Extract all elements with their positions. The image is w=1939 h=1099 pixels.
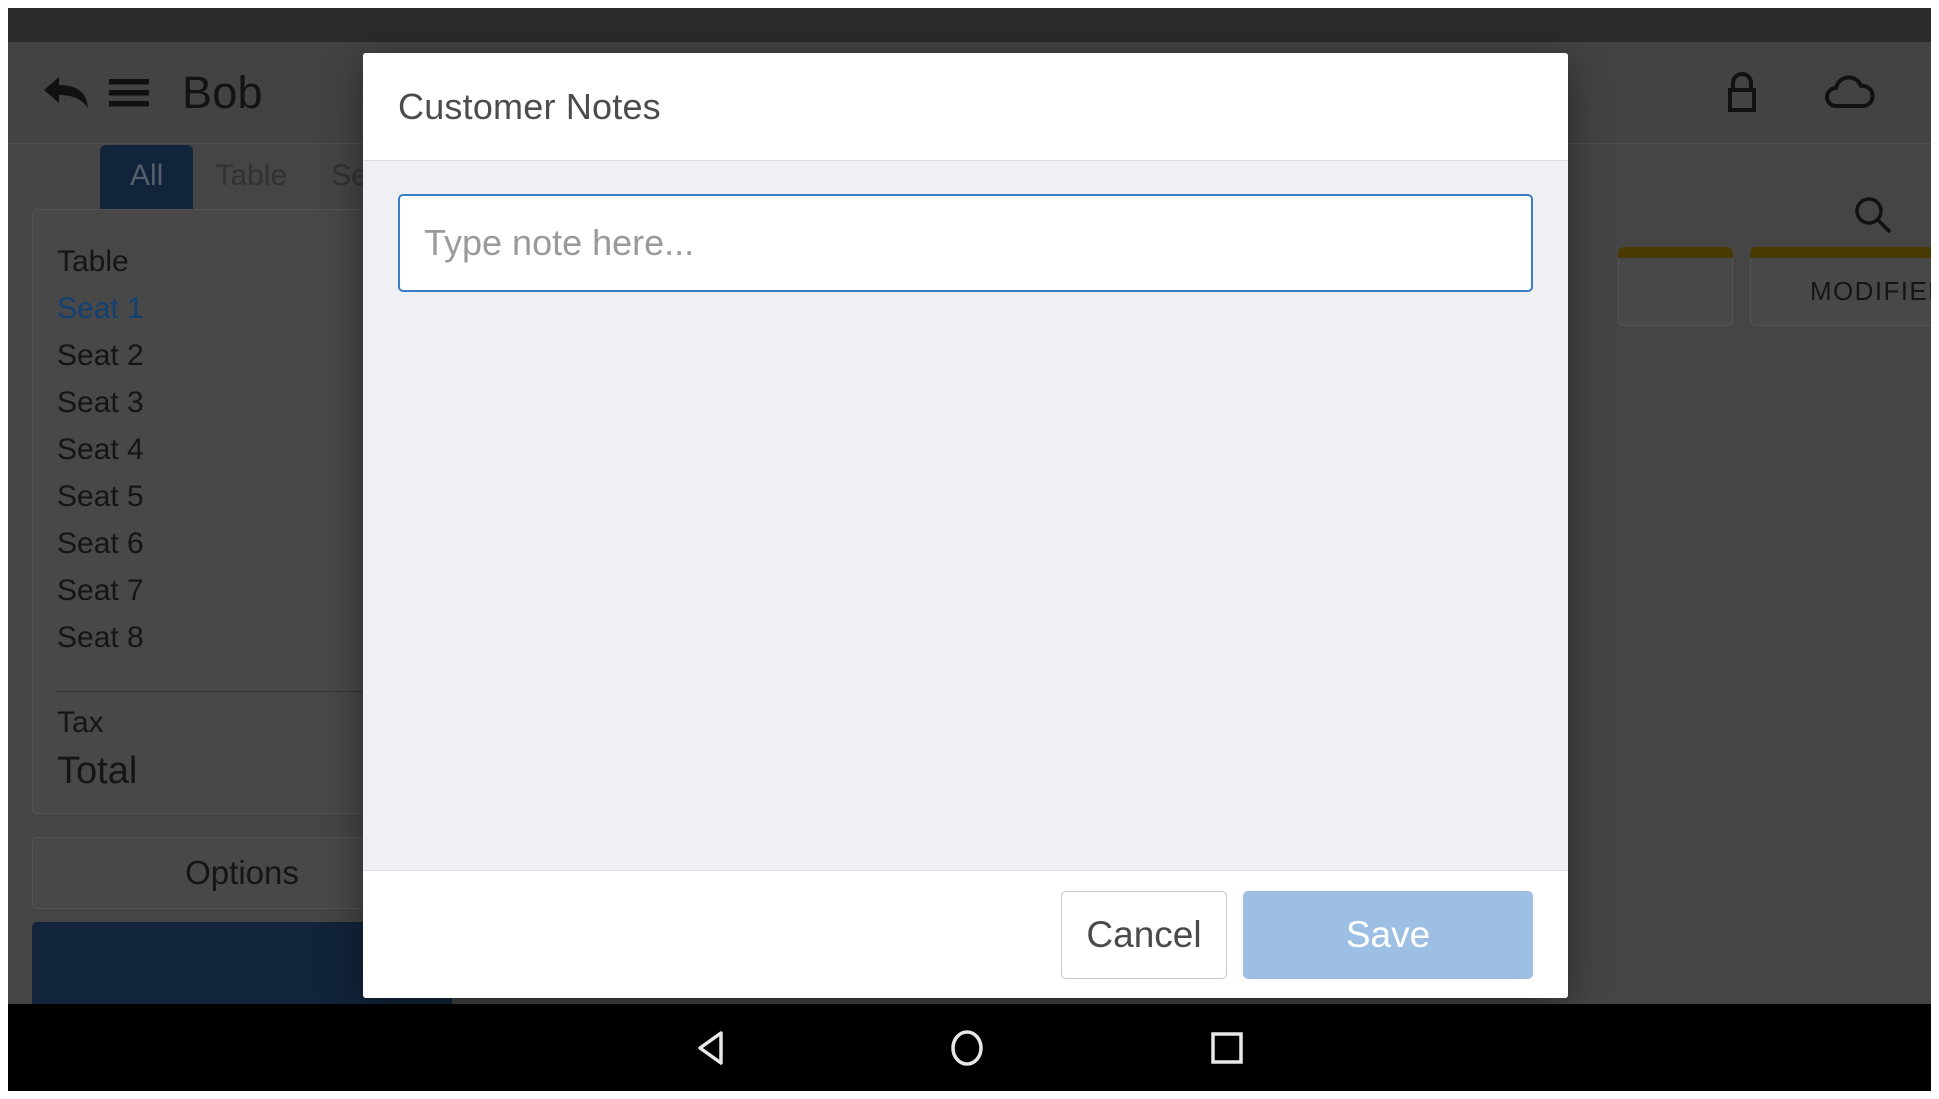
- dialog-title: Customer Notes: [398, 85, 661, 127]
- status-bar: [8, 8, 1931, 42]
- nav-recents-square-icon[interactable]: [1172, 1004, 1282, 1091]
- dialog-footer: Cancel Save: [363, 870, 1568, 998]
- dialog-body: [363, 161, 1568, 870]
- screenshot-root: Bob All Table Seat MODIFIE Table Seat 1 …: [0, 0, 1939, 1099]
- device-screen: Bob All Table Seat MODIFIE Table Seat 1 …: [8, 8, 1931, 1091]
- note-input[interactable]: [398, 194, 1533, 292]
- save-button[interactable]: Save: [1243, 890, 1533, 979]
- android-nav-bar: [8, 1004, 1931, 1091]
- cancel-button[interactable]: Cancel: [1061, 890, 1227, 979]
- dialog-header: Customer Notes: [363, 53, 1568, 161]
- nav-back-triangle-icon[interactable]: [658, 1004, 768, 1091]
- customer-notes-dialog: Customer Notes Cancel Save: [363, 53, 1568, 998]
- nav-home-circle-icon[interactable]: [912, 1004, 1022, 1091]
